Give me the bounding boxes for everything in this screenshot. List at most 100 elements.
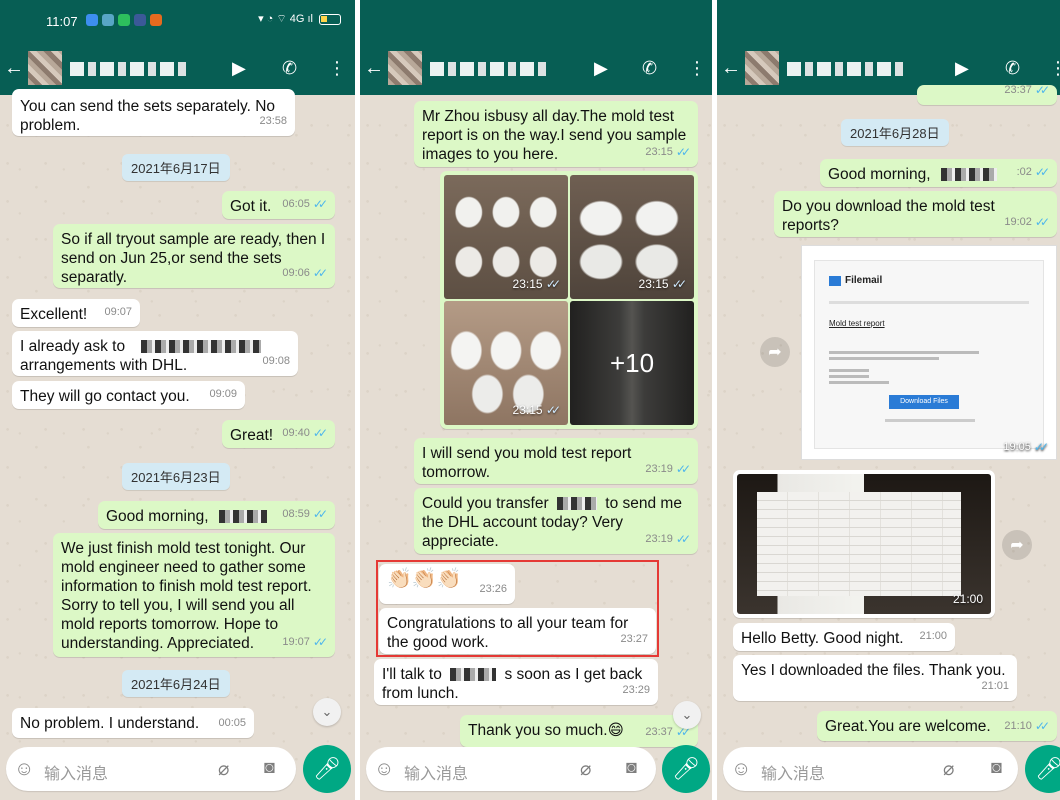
- message-incoming[interactable]: Yes I downloaded the files. Thank you. 2…: [733, 655, 1017, 701]
- photo-thumbnail[interactable]: 23:15 ✓✓: [444, 301, 568, 425]
- chevron-down-icon[interactable]: ⌄: [673, 701, 701, 729]
- attach-icon[interactable]: ⌀: [580, 758, 591, 781]
- message-text: Got it.: [230, 198, 272, 215]
- camera-icon[interactable]: ◙: [626, 757, 637, 778]
- photo-message[interactable]: 21:00: [733, 470, 995, 618]
- message-incoming[interactable]: I'll talk to s soon as I get back from l…: [374, 659, 658, 705]
- message-status: 23:19 ✓✓: [645, 530, 691, 549]
- message-list[interactable]: Mr Zhou isbusy all day.The mold test rep…: [360, 95, 712, 747]
- message-status: :02 ✓✓: [1017, 163, 1050, 182]
- facebook-icon: [134, 14, 146, 26]
- redacted-name: [450, 668, 497, 682]
- message-text: Excellent!: [20, 306, 88, 323]
- message-input[interactable]: ☺ 输入消息 ⌀ ◙: [723, 747, 1018, 791]
- message-outgoing[interactable]: So if all tryout sample are ready, then …: [53, 224, 335, 288]
- message-status: 09:06 ✓✓: [282, 264, 328, 283]
- date-separator: 2021年6月24日: [122, 670, 230, 697]
- back-arrow-icon[interactable]: ←: [4, 57, 24, 80]
- chat-header: ← ▶︎ ✆ ⋮: [0, 40, 355, 95]
- phone-icon[interactable]: ✆: [1005, 58, 1020, 79]
- message-text: I already ask to: [20, 338, 126, 355]
- video-call-icon[interactable]: ▶︎: [232, 58, 246, 79]
- message-incoming[interactable]: You can send the sets separately. No pro…: [12, 89, 295, 136]
- more-vert-icon[interactable]: ⋮: [688, 58, 706, 79]
- emoji-icon[interactable]: ☺: [731, 758, 751, 781]
- photo-album[interactable]: 23:15 ✓✓ 23:15 ✓✓ 23:15 ✓✓ +10: [440, 171, 698, 429]
- camera-icon[interactable]: ◙: [991, 757, 1002, 778]
- mic-icon[interactable]: 🎤︎: [303, 745, 351, 793]
- chevron-down-icon[interactable]: ⌄: [313, 698, 341, 726]
- message-outgoing[interactable]: Mr Zhou isbusy all day.The mold test rep…: [414, 101, 698, 167]
- message-time: 09:09: [209, 388, 237, 400]
- contact-avatar[interactable]: [28, 51, 62, 85]
- chat-panel-1: 11:07 ▾ ◔ ⌔ 4G ıl ← ▶︎ ✆ ⋮ You can send …: [0, 0, 355, 800]
- contact-avatar[interactable]: [745, 51, 779, 85]
- contact-name-redacted[interactable]: [70, 62, 190, 76]
- message-outgoing[interactable]: Good morning, 08:59 ✓✓: [98, 501, 335, 529]
- message-text: No problem. I understand.: [20, 715, 200, 732]
- back-arrow-icon[interactable]: ←: [721, 57, 741, 80]
- attach-icon[interactable]: ⌀: [943, 758, 954, 781]
- message-time: 00:05: [218, 717, 246, 729]
- message-time: 23:27: [620, 633, 648, 645]
- back-arrow-icon[interactable]: ←: [364, 57, 384, 80]
- message-status: 19:05 ✓✓: [1003, 440, 1049, 454]
- date-separator: 2021年6月23日: [122, 463, 230, 490]
- composer: ☺ 输入消息 ⌀ ◙ 🎤︎: [0, 745, 355, 800]
- message-incoming[interactable]: No problem. I understand. 00:05: [12, 708, 254, 738]
- video-call-icon[interactable]: ▶︎: [955, 58, 969, 79]
- message-outgoing[interactable]: We just finish mold test tonight. Our mo…: [53, 533, 335, 657]
- camera-icon[interactable]: ◙: [264, 757, 275, 778]
- message-incoming[interactable]: I already ask to arrangements with DHL. …: [12, 331, 298, 376]
- phone-icon[interactable]: ✆: [282, 58, 297, 79]
- video-call-icon[interactable]: ▶︎: [594, 58, 608, 79]
- contact-name-redacted[interactable]: [430, 62, 550, 76]
- chat-panel-2: ← ▶︎ ✆ ⋮ Mr Zhou isbusy all day.The mold…: [360, 0, 712, 800]
- more-vert-icon[interactable]: ⋮: [328, 58, 346, 79]
- emoji-icon[interactable]: ☺: [374, 758, 394, 781]
- message-text: We just finish mold test tonight. Our mo…: [61, 540, 312, 652]
- message-incoming[interactable]: Excellent! 09:07: [12, 299, 140, 327]
- more-photos-thumbnail[interactable]: +10: [570, 301, 694, 425]
- message-outgoing[interactable]: Do you download the mold test reports? 1…: [774, 191, 1057, 237]
- message-incoming[interactable]: Congratulations to all your team for the…: [379, 608, 656, 654]
- message-status: 06:05 ✓✓: [282, 195, 328, 214]
- message-input[interactable]: ☺ 输入消息 ⌀ ◙: [6, 747, 296, 791]
- more-vert-icon[interactable]: ⋮: [1049, 58, 1060, 79]
- message-outgoing[interactable]: Good morning, :02 ✓✓: [820, 159, 1057, 187]
- date-separator: 2021年6月28日: [841, 119, 949, 146]
- message-list[interactable]: You can send the sets separately. No pro…: [0, 89, 355, 745]
- contact-avatar[interactable]: [388, 51, 422, 85]
- double-tick-icon: ✓✓: [1033, 440, 1049, 454]
- message-outgoing[interactable]: 23:37 ✓✓: [917, 83, 1057, 105]
- attach-icon[interactable]: ⌀: [218, 758, 229, 781]
- message-text: Good morning,: [828, 166, 931, 183]
- message-outgoing[interactable]: Great.You are welcome. 21:10 ✓✓: [817, 711, 1057, 741]
- forward-icon[interactable]: ➦: [760, 337, 790, 367]
- message-incoming[interactable]: They will go contact you. 09:09: [12, 381, 245, 409]
- mic-icon[interactable]: 🎤︎: [1025, 745, 1060, 793]
- double-tick-icon: ✓✓: [1034, 719, 1050, 733]
- message-outgoing[interactable]: I will send you mold test report tomorro…: [414, 438, 698, 484]
- document-title: Mold test report: [829, 319, 885, 328]
- photo-thumbnail[interactable]: 23:15 ✓✓: [444, 175, 568, 299]
- message-outgoing[interactable]: Great! 09:40 ✓✓: [222, 420, 335, 448]
- photo-thumbnail[interactable]: 23:15 ✓✓: [570, 175, 694, 299]
- message-input[interactable]: ☺ 输入消息 ⌀ ◙: [366, 747, 656, 791]
- forward-icon[interactable]: ➦: [1002, 530, 1032, 560]
- message-text: Great.You are welcome.: [825, 718, 991, 735]
- status-time: 11:07: [46, 14, 78, 29]
- contact-name-redacted[interactable]: [787, 62, 907, 76]
- photo-thumbnail[interactable]: 21:00: [737, 474, 991, 614]
- emoji-icon[interactable]: ☺: [14, 758, 34, 781]
- message-incoming[interactable]: 👏🏻👏🏻👏🏻 23:26: [379, 564, 515, 604]
- message-incoming[interactable]: Hello Betty. Good night. 21:00: [733, 623, 955, 651]
- message-outgoing[interactable]: Got it. 06:05 ✓✓: [222, 191, 335, 219]
- download-files-button[interactable]: Download Files: [889, 395, 959, 409]
- message-outgoing[interactable]: Could you transfer to send me the DHL ac…: [414, 488, 698, 554]
- phone-icon[interactable]: ✆: [642, 58, 657, 79]
- message-list[interactable]: 23:37 ✓✓ 2021年6月28日 Good morning, :02 ✓✓ D…: [717, 83, 1060, 745]
- mic-icon[interactable]: 🎤︎: [662, 745, 710, 793]
- message-outgoing[interactable]: Thank you so much.😄 23:37 ✓✓: [460, 715, 698, 747]
- document-attachment[interactable]: Filemail Mold test report Download Files…: [801, 245, 1057, 460]
